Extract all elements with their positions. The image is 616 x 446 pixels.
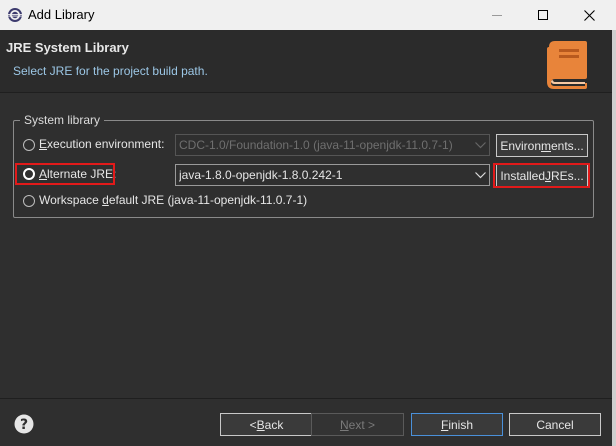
minimize-button[interactable]	[474, 0, 520, 30]
alternate-jre-label[interactable]: Alternate JRE:	[39, 167, 116, 181]
page-description: Select JRE for the project build path.	[13, 64, 208, 78]
dialog-header: JRE System Library Select JRE for the pr…	[0, 30, 616, 92]
radio-workspace-default[interactable]	[23, 195, 35, 207]
radio-alternate-jre[interactable]	[23, 168, 35, 180]
execution-environment-label[interactable]: Execution environment:	[39, 137, 164, 151]
title-bar: Add Library	[0, 0, 616, 30]
header-separator	[0, 92, 616, 93]
finish-button[interactable]: Finish	[411, 413, 503, 436]
cancel-button[interactable]: Cancel	[509, 413, 601, 436]
alternate-jre-select[interactable]: java-1.8.0-openjdk-1.8.0.242-1	[175, 164, 490, 186]
svg-text:?: ?	[20, 417, 28, 433]
chevron-down-icon	[471, 165, 489, 185]
next-button: Next >	[311, 413, 404, 436]
chevron-down-icon	[471, 135, 489, 155]
maximize-button[interactable]	[520, 0, 566, 30]
close-button[interactable]	[566, 0, 612, 30]
maximize-icon	[538, 10, 548, 20]
workspace-default-label[interactable]: Workspace default JRE (java-11-openjdk-1…	[39, 193, 307, 207]
eclipse-icon	[6, 6, 24, 24]
footer-separator	[0, 398, 612, 399]
minimize-icon	[492, 15, 502, 16]
radio-execution-environment[interactable]	[23, 139, 35, 151]
library-book-icon	[541, 37, 593, 89]
back-button[interactable]: < Back	[220, 413, 313, 436]
execution-environment-select: CDC-1.0/Foundation-1.0 (java-11-openjdk-…	[175, 134, 490, 156]
window-edge	[612, 30, 616, 446]
group-legend: System library	[20, 113, 105, 127]
add-library-dialog: Add Library JRE System Library Select JR…	[0, 0, 616, 446]
installed-jres-button[interactable]: Installed J REs...	[496, 164, 588, 187]
window-title: Add Library	[28, 7, 95, 22]
environments-button[interactable]: Environ m ents...	[496, 134, 588, 157]
close-icon	[583, 9, 595, 21]
page-title: JRE System Library	[6, 40, 129, 55]
help-icon[interactable]: ?	[14, 414, 34, 434]
